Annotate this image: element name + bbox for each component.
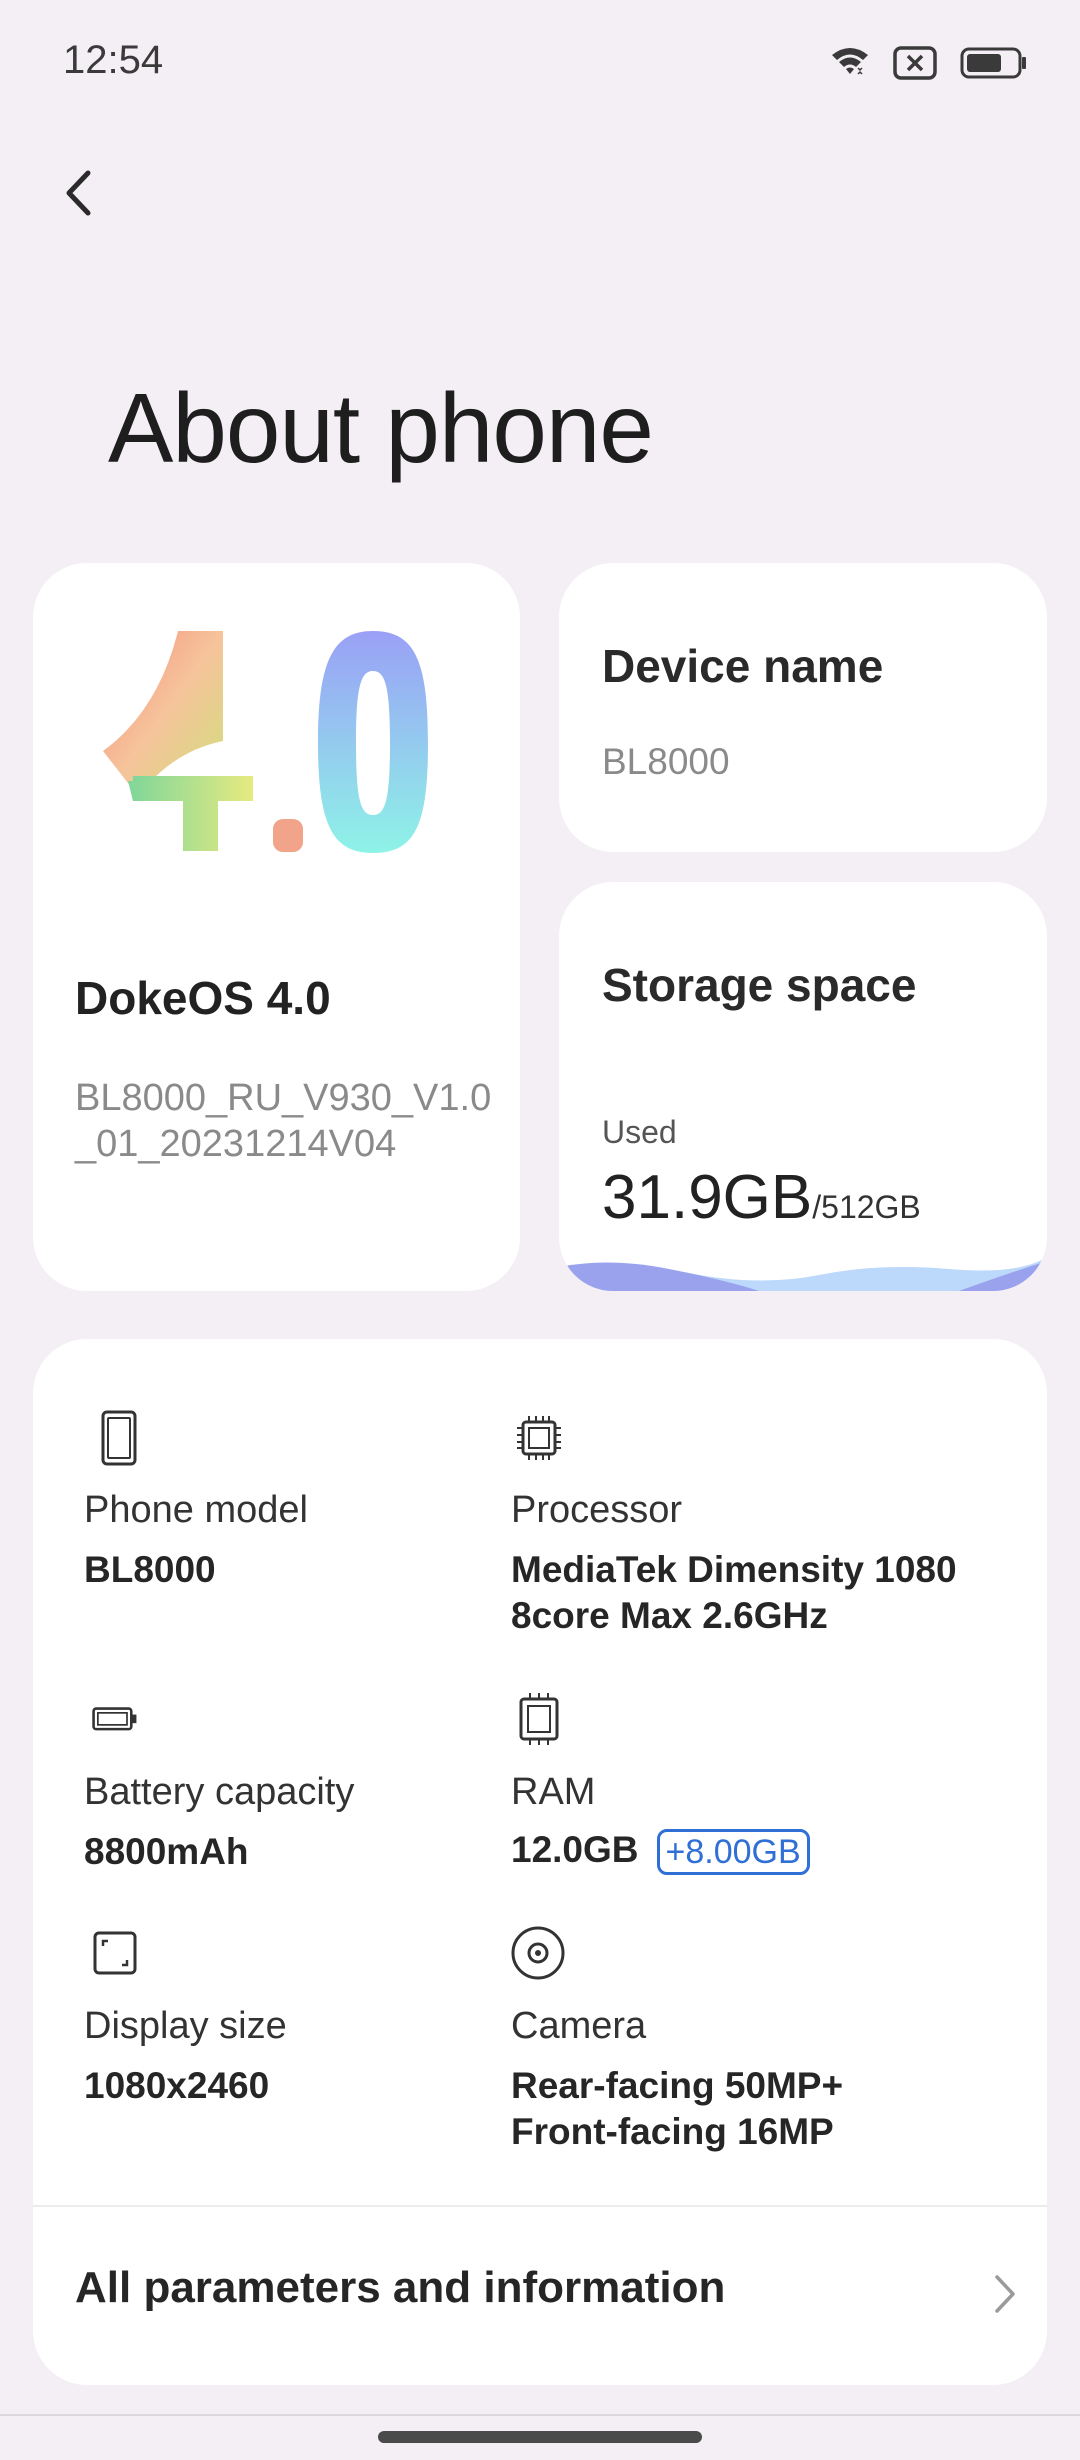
storage-used-label: Used: [602, 1114, 677, 1150]
memory-icon: [519, 1693, 559, 1745]
storage-total: /512GB: [812, 1189, 921, 1225]
specs-card: Phone model BL8000 Processor MediaTek Di…: [33, 1339, 1047, 2385]
storage-used-amount: 31.9GB: [602, 1163, 813, 1232]
device-name-card[interactable]: Device name BL8000: [559, 563, 1047, 852]
storage-usage-wave: [559, 1257, 1047, 1291]
no-sim-icon: [893, 46, 937, 80]
nav-divider: [0, 2414, 1080, 2416]
back-arrow-icon[interactable]: [52, 158, 116, 228]
processor-value: MediaTek Dimensity 1080 8core Max 2.6GHz: [511, 1549, 957, 1636]
ram-extension-badge[interactable]: +8.00GB: [656, 1829, 810, 1876]
status-bar: 12:54: [0, 0, 1080, 130]
os-name: DokeOS 4.0: [75, 972, 331, 1024]
camera-value: Rear-facing 50MP+ Front-facing 16MP: [511, 2063, 1031, 2155]
storage-used-value: 31.9GB/512GB: [602, 1162, 921, 1233]
storage-title: Storage space: [602, 959, 917, 1011]
display-label: Display size: [84, 2005, 287, 2047]
chevron-right-icon: [995, 2275, 1015, 2313]
processor-label: Processor: [511, 1489, 683, 1531]
battery-icon: [92, 1707, 137, 1731]
chip-icon: [517, 1416, 561, 1460]
os-version-card[interactable]: DokeOS 4.0 BL8000_RU_V930_V1.0_01_202312…: [33, 563, 520, 1291]
os-build-number: BL8000_RU_V930_V1.0_01_20231214V04: [75, 1077, 492, 1165]
home-indicator[interactable]: [378, 2431, 702, 2443]
camera-rear-value: Rear-facing 50MP+: [511, 2065, 844, 2106]
device-name-title: Device name: [602, 640, 884, 692]
os-logo: [103, 631, 428, 853]
phone-icon: [101, 1410, 137, 1466]
ram-value-row: 12.0GB +8.00GB: [511, 1827, 1031, 1876]
camera-icon: [511, 1926, 565, 1980]
display-icon: [93, 1931, 137, 1975]
ram-value: 12.0GB: [511, 1829, 639, 1870]
device-name-value: BL8000: [602, 741, 730, 782]
camera-front-value: Front-facing 16MP: [511, 2111, 834, 2152]
camera-label: Camera: [511, 2005, 647, 2047]
wifi-icon: [832, 48, 868, 75]
battery-label: Battery capacity: [84, 1771, 355, 1813]
all-parameters-label: All parameters and information: [75, 2263, 726, 2312]
phone-model-label: Phone model: [84, 1489, 308, 1531]
battery-status-icon: [960, 47, 1026, 79]
page-title: About phone: [108, 373, 654, 483]
storage-card[interactable]: Storage space Used 31.9GB/512GB: [559, 882, 1047, 1291]
ram-label: RAM: [511, 1771, 596, 1813]
status-time: 12:54: [63, 38, 164, 82]
all-parameters-row[interactable]: All parameters and information: [33, 2207, 1047, 2385]
